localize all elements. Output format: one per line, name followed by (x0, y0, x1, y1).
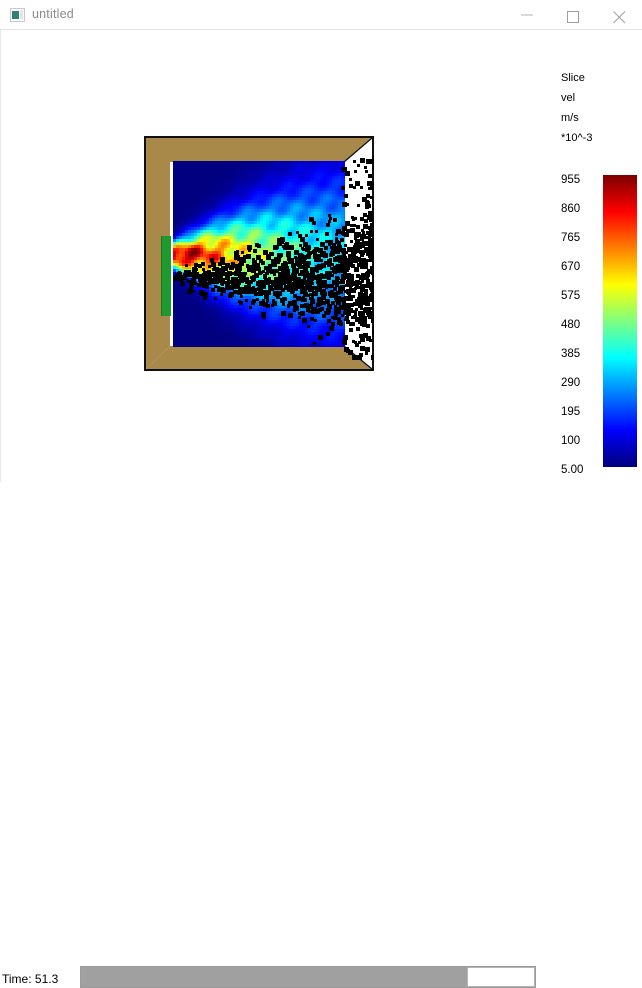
colorbar-header: Slice vel m/s *10^-3 (561, 68, 639, 148)
title-bar: untitled (0, 0, 642, 30)
time-slider-thumb[interactable] (467, 967, 535, 987)
app-icon (10, 8, 25, 22)
colorbar-tick: 765 (561, 232, 581, 244)
maximize-icon (567, 11, 579, 23)
time-readout: Time: 51.3 (2, 972, 59, 986)
colorbar-tick: 100 (561, 435, 581, 447)
maximize-button[interactable] (551, 0, 596, 29)
colorbar-title-line-4: *10^-3 (561, 132, 593, 144)
colorbar-tick: 860 (561, 203, 581, 215)
minimize-button[interactable] (505, 0, 550, 29)
colorbar-title-line-1: Slice (561, 72, 585, 84)
close-icon (613, 11, 626, 24)
simulation-scene (144, 136, 374, 371)
colorbar (603, 175, 637, 467)
colorbar-tick: 670 (561, 261, 581, 273)
colorbar-tick: 575 (561, 290, 581, 302)
colorbar-title-line-3: m/s (561, 112, 579, 124)
colorbar-tick: 5.00 (561, 464, 584, 476)
colorbar-tick: 290 (561, 377, 581, 389)
close-button[interactable] (597, 0, 642, 29)
colorbar-tick: 480 (561, 319, 581, 331)
colorbar-tick: 955 (561, 174, 581, 186)
window-title: untitled (32, 7, 74, 21)
colorbar-tick: 385 (561, 348, 581, 360)
render-viewport[interactable]: Slice vel m/s *10^-3 955 860 765 670 575… (0, 30, 642, 482)
status-bar: Time: 51.3 (0, 482, 642, 988)
time-slider[interactable] (80, 966, 536, 988)
colorbar-tick-labels: 955 860 765 670 575 480 385 290 195 100 … (561, 174, 599, 482)
application-window: untitled Slice vel m/s *10^-3 955 860 76… (0, 0, 642, 988)
colorbar-tick: 195 (561, 406, 581, 418)
colorbar-title-line-2: vel (561, 92, 576, 104)
tracer-particles (144, 136, 374, 371)
minimize-icon (521, 14, 533, 16)
